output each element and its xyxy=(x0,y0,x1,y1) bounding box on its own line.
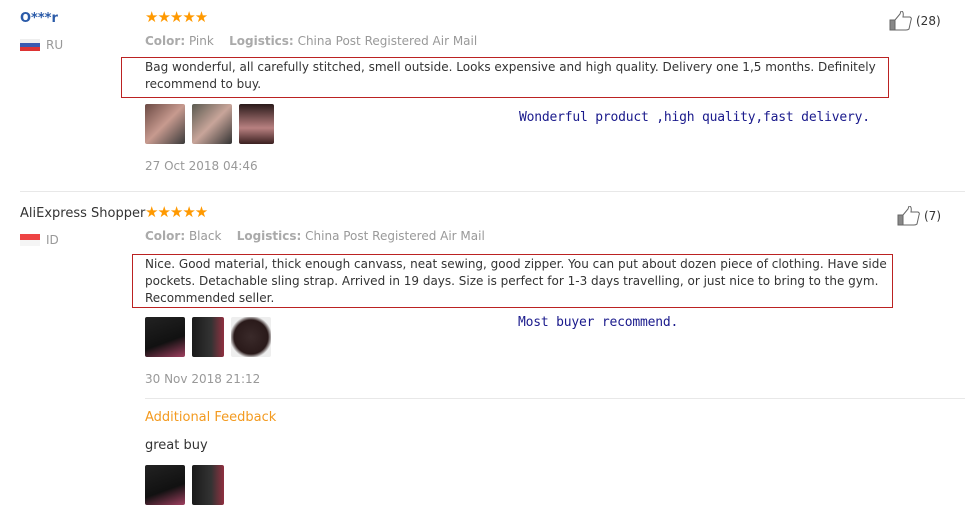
flag-ru-icon xyxy=(20,39,40,51)
helpful-count: (28) xyxy=(916,14,941,28)
review-photo[interactable] xyxy=(239,104,274,144)
review-photo[interactable] xyxy=(231,317,271,357)
reviewer-name: AliExpress Shopper xyxy=(20,206,146,221)
review-photos xyxy=(145,104,274,144)
divider xyxy=(20,191,965,192)
annotation-text: Wonderful product ,high quality,fast del… xyxy=(519,110,870,125)
order-info: Color: Pink Logistics: China Post Regist… xyxy=(145,34,478,48)
reviewer-country: RU xyxy=(20,38,63,52)
review-photo[interactable] xyxy=(192,104,232,144)
star-rating: ★★★★★ xyxy=(145,203,208,221)
review-photo[interactable] xyxy=(145,465,185,505)
review-photos xyxy=(145,317,271,357)
star-rating: ★★★★★ xyxy=(145,8,208,26)
country-code: RU xyxy=(46,38,64,52)
review-photo[interactable] xyxy=(192,465,224,505)
helpful-button[interactable]: (28) xyxy=(889,11,941,31)
annotation-text: Most buyer recommend. xyxy=(518,315,679,330)
additional-photos xyxy=(145,465,224,505)
review-photo[interactable] xyxy=(192,317,224,357)
divider xyxy=(145,398,965,399)
thumbs-up-icon xyxy=(889,11,912,31)
review-date: 27 Oct 2018 04:46 xyxy=(145,159,258,173)
thumbs-up-icon xyxy=(897,206,920,226)
order-info: Color: Black Logistics: China Post Regis… xyxy=(145,229,485,243)
country-code: ID xyxy=(46,233,59,247)
additional-feedback-title: Additional Feedback xyxy=(145,410,277,425)
additional-feedback-text: great buy xyxy=(145,438,208,453)
review-photo[interactable] xyxy=(145,104,185,144)
reviewer-name-link[interactable]: O***r xyxy=(20,11,58,26)
review-text: Nice. Good material, thick enough canvas… xyxy=(132,254,893,308)
flag-id-icon xyxy=(20,234,40,246)
helpful-button[interactable]: (7) xyxy=(897,206,941,226)
review-date: 30 Nov 2018 21:12 xyxy=(145,372,261,386)
reviewer-country: ID xyxy=(20,233,59,247)
review-photo[interactable] xyxy=(145,317,185,357)
helpful-count: (7) xyxy=(924,209,941,223)
review-text: Bag wonderful, all carefully stitched, s… xyxy=(121,57,889,98)
